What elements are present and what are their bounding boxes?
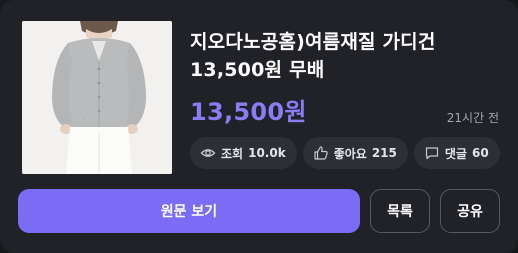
stats-row: 조회 10.0k 좋아요 215 댓글 60 (190, 137, 500, 169)
likes-value: 215 (371, 146, 397, 160)
post-title[interactable]: 지오다노공홈)여름재질 가디건 13,500원 무배 (190, 28, 500, 84)
comments-label: 댓글 (444, 146, 467, 161)
list-button[interactable]: 목록 (370, 189, 430, 233)
views-chip: 조회 10.0k (190, 137, 297, 169)
comment-icon (424, 145, 440, 161)
deal-card: 지오다노공홈)여름재질 가디건 13,500원 무배 13,500원 21시간 … (0, 0, 518, 253)
price: 13,500원 (190, 98, 307, 126)
likes-chip[interactable]: 좋아요 215 (302, 137, 408, 169)
comments-value: 60 (471, 146, 489, 160)
product-image[interactable] (22, 21, 172, 174)
likes-label: 좋아요 (333, 146, 367, 161)
view-original-button[interactable]: 원문 보기 (18, 189, 360, 233)
post-title-line1: 지오다노공홈)여름재질 가디건 (190, 31, 436, 53)
eye-icon (200, 145, 216, 161)
comments-chip[interactable]: 댓글 60 (413, 137, 500, 169)
share-button[interactable]: 공유 (440, 189, 500, 233)
post-title-line2: 13,500원 무배 (190, 59, 325, 81)
thumbs-up-icon (313, 145, 329, 161)
views-value: 10.0k (248, 146, 286, 160)
views-label: 조회 (221, 146, 244, 161)
posted-time: 21시간 전 (446, 111, 499, 125)
